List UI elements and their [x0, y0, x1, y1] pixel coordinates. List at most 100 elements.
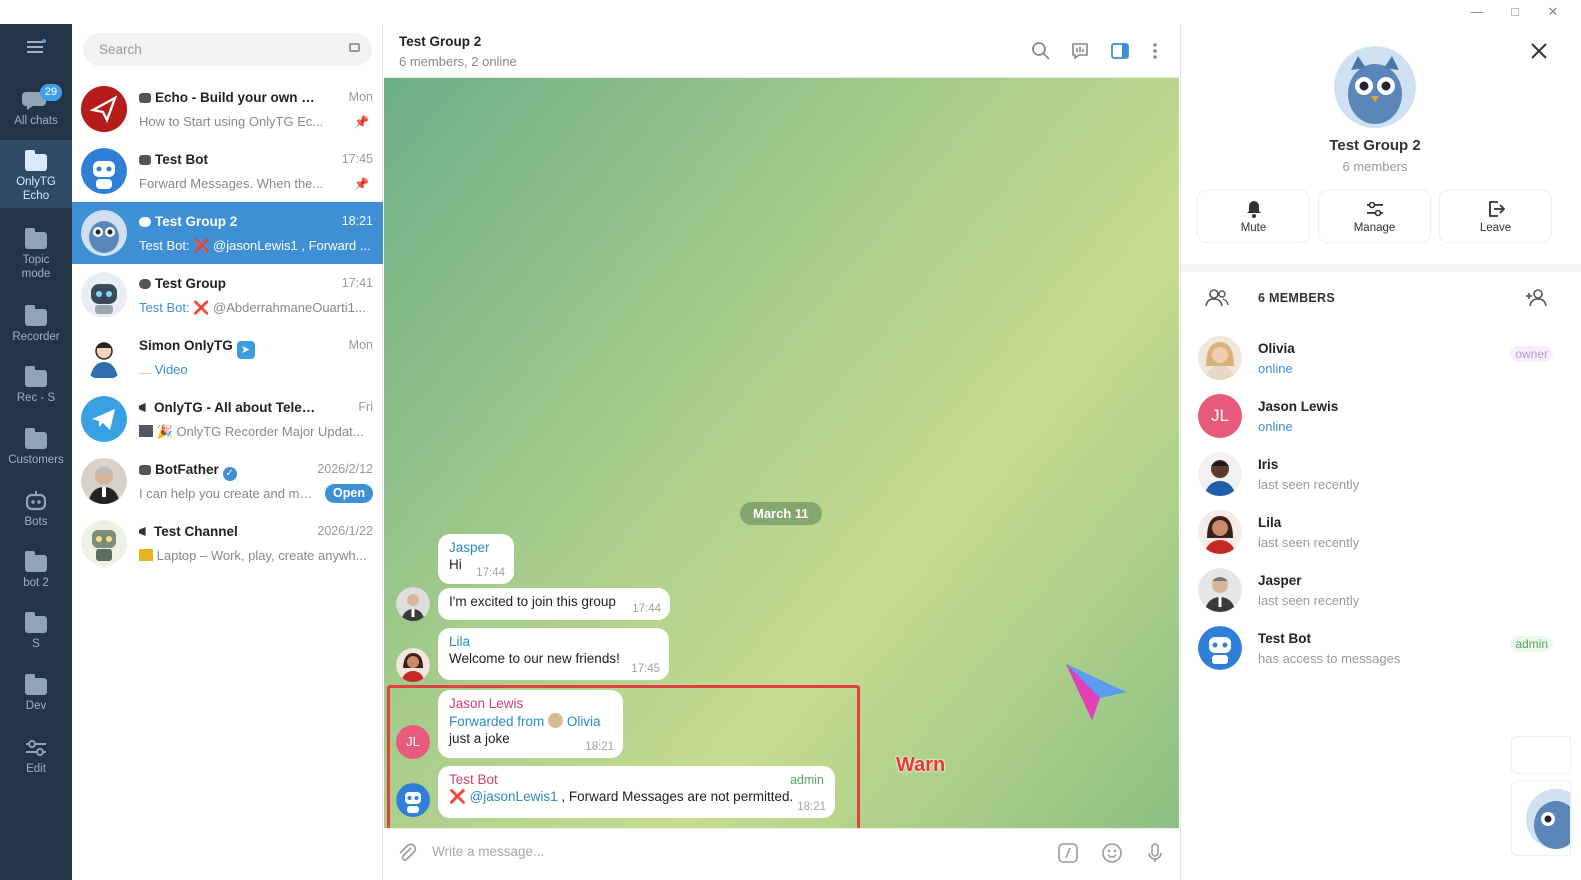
member-name: Jasper — [1258, 573, 1302, 588]
message-sender[interactable]: Lila — [449, 634, 658, 649]
test-bot-avatar[interactable] — [396, 783, 430, 817]
avatar — [81, 458, 127, 504]
message-area[interactable]: March 11 Jasper Hi 17:44 I'm excited to … — [384, 78, 1179, 828]
folder-label: Bots — [24, 516, 48, 528]
folder-rec-s[interactable]: Rec - S — [0, 366, 72, 405]
message-time: 18:21 — [585, 741, 614, 753]
message-sender[interactable]: Jason Lewis — [449, 696, 612, 711]
chat-time: 2026/1/22 — [317, 524, 373, 538]
chat-item-test-group-2[interactable]: Test Group 2 18:21 Test Bot: ❌ @jasonLew… — [72, 202, 383, 264]
open-bot-button[interactable]: Open — [325, 484, 373, 503]
minimize-icon[interactable]: — — [1462, 4, 1492, 20]
chat-preview-line: Video — [139, 362, 371, 377]
folder-all-chats[interactable]: 29 All chats — [0, 84, 72, 136]
avatar — [81, 210, 127, 256]
member-item-test-bot[interactable]: Test Bot has access to messages admin — [1181, 623, 1571, 681]
hamburger-icon — [27, 39, 46, 53]
message-bubble[interactable]: Jasper Hi 17:44 — [438, 534, 514, 584]
chat-time: Fri — [358, 400, 373, 414]
attach-icon[interactable] — [396, 842, 418, 864]
member-item-iris[interactable]: Iris last seen recently — [1181, 449, 1571, 507]
chat-preview: I can help you create and ma... — [139, 486, 317, 501]
mention-link[interactable]: @jasonLewis1 — [470, 789, 558, 804]
chat-item-onlytg-all-about-telegram[interactable]: OnlyTG - All about Telegram Fri 🎉 OnlyTG… — [72, 388, 383, 450]
folder-onlytg-echo[interactable]: OnlyTG Echo — [0, 140, 72, 208]
leave-icon — [1488, 201, 1505, 217]
folder-s[interactable]: S — [0, 612, 72, 651]
folder-customers[interactable]: Customers — [0, 428, 72, 467]
date-separator: March 11 — [740, 502, 822, 525]
folder-icon — [25, 305, 47, 326]
forwarded-from-line[interactable]: Forwarded from Olivia — [449, 713, 612, 729]
chat-header[interactable]: Test Group 2 6 members, 2 online — [384, 24, 1179, 78]
chat-item-test-bot[interactable]: Test Bot 17:45 Forward Messages. When th… — [72, 140, 383, 202]
folder-icon — [25, 551, 47, 572]
floating-avatar-widget[interactable] — [1511, 780, 1571, 856]
channel-icon — [139, 403, 146, 412]
mute-button[interactable]: Mute — [1198, 191, 1309, 242]
leave-button[interactable]: Leave — [1440, 191, 1551, 242]
folder-label: Rec - S — [16, 392, 56, 404]
lock-icon[interactable] — [349, 43, 360, 52]
cross-mark-icon: ❌ — [449, 789, 466, 804]
member-item-lila[interactable]: Lila last seen recently — [1181, 507, 1571, 565]
member-name: Jason Lewis — [1258, 399, 1339, 414]
chat-item-simon-onlytg[interactable]: Simon OnlyTG ➤ Mon Video — [72, 326, 383, 388]
logo-arrow-icon — [1066, 664, 1126, 720]
chat-time: Mon — [348, 338, 373, 352]
member-status: has access to messages — [1258, 651, 1401, 666]
member-item-jason-lewis[interactable]: JL Jason Lewis online — [1181, 391, 1571, 449]
message-input[interactable] — [432, 839, 1032, 863]
chat-preview: Laptop – Work, play, create anywh... — [156, 548, 367, 563]
emoji-icon[interactable] — [1101, 842, 1123, 864]
manage-button[interactable]: Manage — [1319, 191, 1430, 242]
owner-badge: owner — [1510, 346, 1553, 362]
menu-button[interactable] — [0, 38, 72, 60]
chat-time: Mon — [348, 90, 373, 104]
folder-dev[interactable]: Dev — [0, 674, 72, 713]
close-window-icon[interactable]: ✕ — [1538, 4, 1568, 20]
avatar — [81, 396, 127, 442]
search-input[interactable] — [99, 33, 339, 66]
chat-preview-line: Test Bot: ❌ @jasonLewis1 , Forward ... — [139, 238, 371, 254]
message-bubble[interactable]: Lila Welcome to our new friends! 17:45 — [438, 628, 669, 680]
message-sender[interactable]: Jasper — [449, 540, 503, 555]
lila-avatar[interactable] — [396, 648, 430, 682]
chat-item-test-channel[interactable]: Test Channel 2026/1/22 Laptop – Work, pl… — [72, 512, 383, 574]
message-time: 17:44 — [476, 567, 505, 579]
admin-tag: admin — [789, 773, 824, 787]
message-sender[interactable]: Test Bot — [449, 772, 824, 787]
search-icon[interactable] — [1031, 41, 1051, 61]
chat-item-test-group[interactable]: Test Group 17:41 Test Bot: ❌ @Abderrahma… — [72, 264, 383, 326]
member-item-olivia[interactable]: Olivia online owner — [1181, 333, 1571, 391]
chat-name: Test Bot — [155, 152, 208, 167]
edit-folders-button[interactable]: Edit — [0, 738, 72, 776]
chat-item-echo[interactable]: Echo - Build your own smar... Mon How to… — [72, 78, 383, 140]
bot-warning-message-bubble[interactable]: Test Bot admin ❌ @jasonLewis1 , Forward … — [438, 766, 835, 818]
jasper-avatar[interactable] — [396, 587, 430, 621]
side-widget[interactable] — [1511, 736, 1571, 774]
microphone-icon[interactable] — [1144, 842, 1166, 864]
bot-small-icon — [139, 465, 151, 475]
chat-item-botfather[interactable]: BotFather ✓ 2026/2/12 I can help you cre… — [72, 450, 383, 512]
jason-lewis-avatar[interactable]: JL — [396, 725, 430, 759]
chat-name: Test Group — [155, 276, 227, 291]
add-member-icon[interactable] — [1525, 288, 1549, 308]
olivia-mini-avatar — [548, 713, 564, 728]
sidebar-toggle-icon[interactable] — [1110, 41, 1130, 61]
folder-bots[interactable]: Bots — [0, 490, 72, 529]
bot-commands-icon[interactable] — [1057, 842, 1079, 864]
folder-topic-mode[interactable]: Topic mode — [0, 228, 72, 281]
folder-bot-2[interactable]: bot 2 — [0, 551, 72, 590]
forwarded-message-bubble[interactable]: Jason Lewis Forwarded from Olivia just a… — [438, 690, 623, 758]
folder-recorder[interactable]: Recorder — [0, 305, 72, 344]
maximize-icon[interactable]: □ — [1500, 4, 1530, 20]
more-vertical-icon[interactable] — [1145, 41, 1165, 61]
group-avatar[interactable] — [1334, 46, 1416, 128]
close-panel-icon[interactable] — [1530, 42, 1548, 60]
avatar — [81, 148, 127, 194]
message-bubble[interactable]: I'm excited to join this group 17:44 — [438, 588, 670, 620]
member-item-jasper[interactable]: Jasper last seen recently — [1181, 565, 1571, 623]
message-text: I'm excited to join this group — [449, 594, 616, 609]
poll-icon[interactable] — [1070, 41, 1090, 61]
